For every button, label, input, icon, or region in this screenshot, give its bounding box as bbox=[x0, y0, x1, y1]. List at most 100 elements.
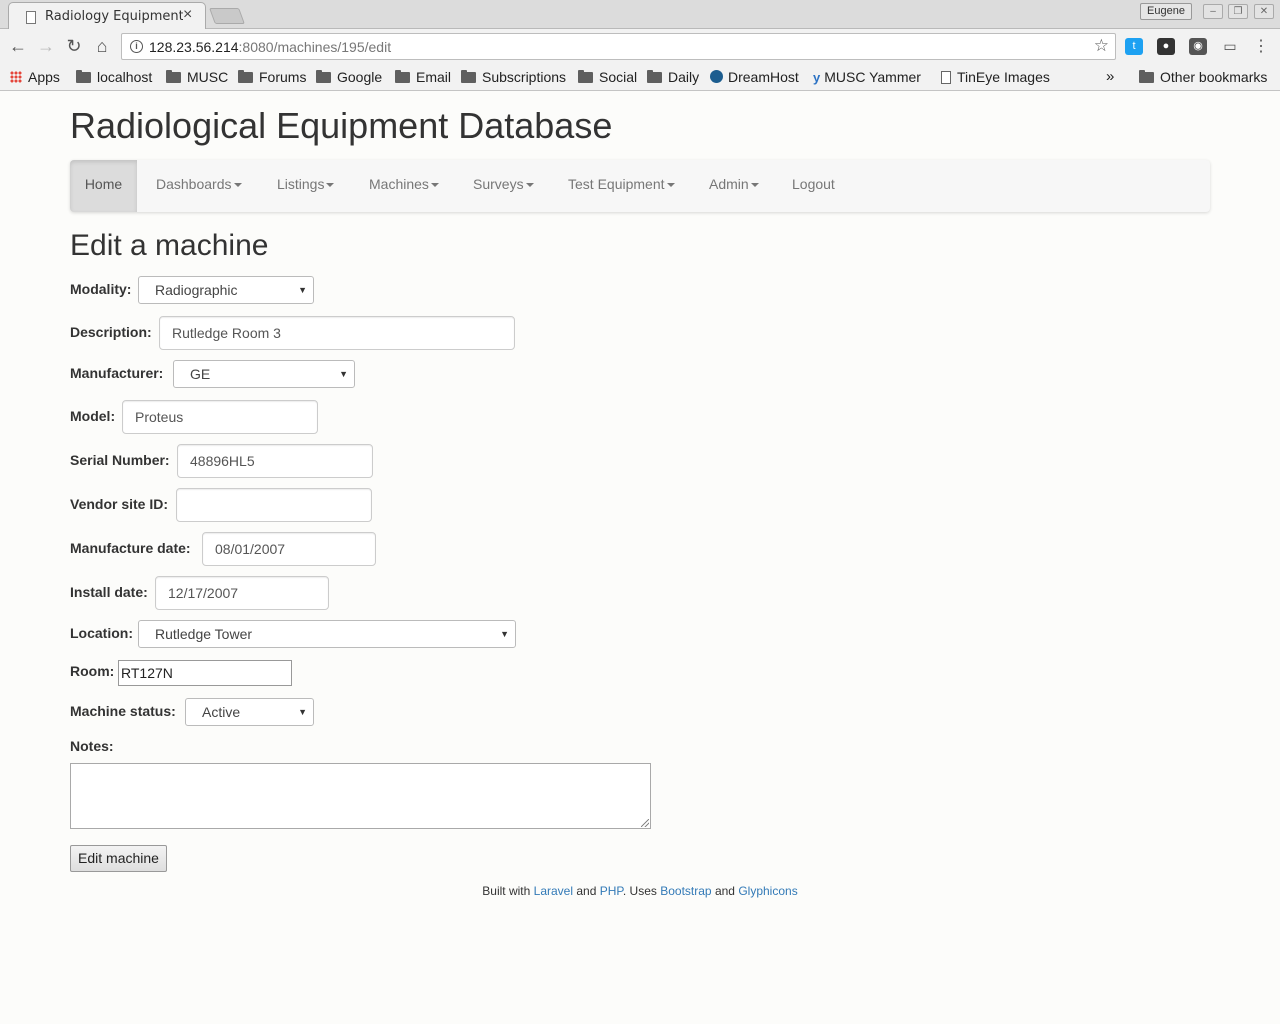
url-text: 128.23.56.214:8080/machines/195/edit bbox=[149, 39, 392, 55]
description-label: Description: bbox=[70, 324, 152, 340]
bootstrap-link[interactable]: Bootstrap bbox=[660, 884, 711, 898]
location-label: Location: bbox=[70, 625, 133, 641]
maximize-icon[interactable]: ❐ bbox=[1228, 4, 1248, 19]
close-icon[interactable]: × bbox=[183, 6, 192, 24]
folder-icon bbox=[166, 70, 181, 83]
bookmark-google[interactable]: Google bbox=[316, 67, 382, 87]
vendor-site-id-label: Vendor site ID: bbox=[70, 496, 169, 512]
tab-strip: Radiology Equipment × Eugene – ❐ ✕ bbox=[0, 0, 1280, 30]
keeper-extension-icon[interactable]: ◉ bbox=[1189, 38, 1207, 55]
glyphicons-link[interactable]: Glyphicons bbox=[738, 884, 797, 898]
bookmark-apps[interactable]: Apps bbox=[10, 67, 60, 87]
folder-icon bbox=[238, 70, 253, 83]
tab-title: Radiology Equipment bbox=[45, 9, 183, 24]
nav-dashboards[interactable]: Dashboards bbox=[141, 160, 257, 212]
footer-text: and bbox=[576, 884, 597, 898]
edit-machine-button[interactable]: Edit machine bbox=[70, 845, 167, 872]
bookmark-localhost[interactable]: localhost bbox=[76, 67, 152, 87]
footer: Built with Laravel and PHP. Uses Bootstr… bbox=[0, 884, 1280, 898]
manufacturer-label: Manufacturer: bbox=[70, 365, 164, 381]
caret-down-icon bbox=[326, 183, 335, 187]
menu-kebab-icon[interactable]: ⋮ bbox=[1252, 38, 1270, 55]
reload-icon[interactable]: ↻ bbox=[62, 34, 86, 58]
folder-icon bbox=[578, 70, 593, 83]
bookmark-musc-yammer[interactable]: y MUSC Yammer bbox=[813, 67, 921, 87]
bookmark-forums[interactable]: Forums bbox=[238, 67, 306, 87]
address-bar[interactable]: i 128.23.56.214:8080/machines/195/edit ☆ bbox=[121, 33, 1116, 60]
back-arrow-icon[interactable]: ← bbox=[6, 34, 30, 58]
modality-select[interactable]: Radiographic ▼ bbox=[138, 276, 314, 304]
manufacture-date-field[interactable]: 08/01/2007 bbox=[202, 532, 376, 566]
dreamhost-icon bbox=[710, 70, 723, 83]
nav-admin[interactable]: Admin bbox=[694, 160, 774, 212]
manufacturer-value: GE bbox=[190, 366, 211, 382]
site-title: Radiological Equipment Database bbox=[70, 105, 613, 146]
apps-grid-icon bbox=[10, 71, 22, 83]
dropdown-arrow-icon: ▼ bbox=[500, 629, 509, 639]
dropdown-arrow-icon: ▼ bbox=[298, 707, 307, 717]
model-field[interactable]: Proteus bbox=[122, 400, 318, 434]
forward-arrow-icon[interactable]: → bbox=[34, 34, 58, 58]
laravel-link[interactable]: Laravel bbox=[534, 884, 573, 898]
machine-status-select[interactable]: Active ▼ bbox=[185, 698, 314, 726]
tinyurl-extension-icon[interactable]: ● bbox=[1157, 38, 1175, 55]
folder-icon bbox=[461, 70, 476, 83]
bookmark-star-icon[interactable]: ☆ bbox=[1094, 36, 1109, 56]
nav-test-equipment[interactable]: Test Equipment bbox=[553, 160, 690, 212]
caret-down-icon bbox=[750, 183, 759, 187]
home-icon[interactable]: ⌂ bbox=[90, 34, 114, 58]
browser-tab[interactable]: Radiology Equipment × bbox=[8, 2, 206, 30]
window-close-icon[interactable]: ✕ bbox=[1254, 4, 1274, 19]
minimize-icon[interactable]: – bbox=[1203, 4, 1223, 19]
nav-listings[interactable]: Listings bbox=[262, 160, 349, 212]
nav-surveys[interactable]: Surveys bbox=[458, 160, 549, 212]
folder-icon bbox=[1139, 70, 1154, 83]
location-select[interactable]: Rutledge Tower ▼ bbox=[138, 620, 516, 648]
bookmark-social[interactable]: Social bbox=[578, 67, 637, 87]
info-icon[interactable]: i bbox=[130, 40, 143, 53]
nav-logout[interactable]: Logout bbox=[777, 160, 850, 212]
room-field[interactable]: RT127N bbox=[118, 660, 292, 686]
room-label: Room: bbox=[70, 663, 115, 679]
bookmark-daily[interactable]: Daily bbox=[647, 67, 699, 87]
footer-text: . Uses bbox=[622, 884, 657, 898]
more-bookmarks-chevron-icon[interactable]: » bbox=[1106, 67, 1114, 87]
bookmark-dreamhost[interactable]: DreamHost bbox=[710, 67, 799, 87]
serial-number-field[interactable]: 48896HL5 bbox=[177, 444, 373, 478]
footer-text: Built with bbox=[482, 884, 531, 898]
resize-handle-icon[interactable] bbox=[641, 819, 649, 827]
caret-down-icon bbox=[233, 183, 242, 187]
caret-down-icon bbox=[525, 183, 534, 187]
vendor-site-id-field[interactable] bbox=[176, 488, 372, 522]
profile-button[interactable]: Eugene bbox=[1140, 3, 1192, 20]
caret-down-icon bbox=[430, 183, 439, 187]
footer-text: and bbox=[714, 884, 735, 898]
bookmark-subscriptions[interactable]: Subscriptions bbox=[461, 67, 566, 87]
dropdown-arrow-icon: ▼ bbox=[298, 285, 307, 295]
folder-icon bbox=[76, 70, 91, 83]
install-date-field[interactable]: 12/17/2007 bbox=[155, 576, 329, 610]
cast-icon[interactable]: ▭ bbox=[1221, 38, 1239, 55]
notes-textarea[interactable] bbox=[70, 763, 651, 829]
modality-label: Modality: bbox=[70, 281, 132, 297]
bookmark-email[interactable]: Email bbox=[395, 67, 451, 87]
nav-home[interactable]: Home bbox=[70, 160, 137, 212]
description-field[interactable]: Rutledge Room 3 bbox=[159, 316, 515, 350]
folder-icon bbox=[316, 70, 331, 83]
machine-status-label: Machine status: bbox=[70, 703, 176, 719]
bookmark-musc[interactable]: MUSC bbox=[166, 67, 228, 87]
main-navbar: Home Dashboards Listings Machines Survey… bbox=[70, 160, 1210, 212]
twitter-extension-icon[interactable]: t bbox=[1125, 38, 1143, 55]
new-tab-button[interactable] bbox=[209, 8, 245, 24]
bookmark-tineye[interactable]: TinEye Images bbox=[941, 67, 1050, 87]
serial-number-label: Serial Number: bbox=[70, 452, 170, 468]
manufacture-date-label: Manufacture date: bbox=[70, 540, 191, 556]
nav-machines[interactable]: Machines bbox=[354, 160, 454, 212]
install-date-label: Install date: bbox=[70, 584, 148, 600]
bookmark-other[interactable]: Other bookmarks bbox=[1139, 67, 1267, 87]
manufacturer-select[interactable]: GE ▼ bbox=[173, 360, 355, 388]
model-label: Model: bbox=[70, 408, 116, 424]
location-value: Rutledge Tower bbox=[155, 626, 253, 642]
php-link[interactable]: PHP bbox=[600, 884, 623, 898]
page-icon bbox=[941, 71, 951, 84]
